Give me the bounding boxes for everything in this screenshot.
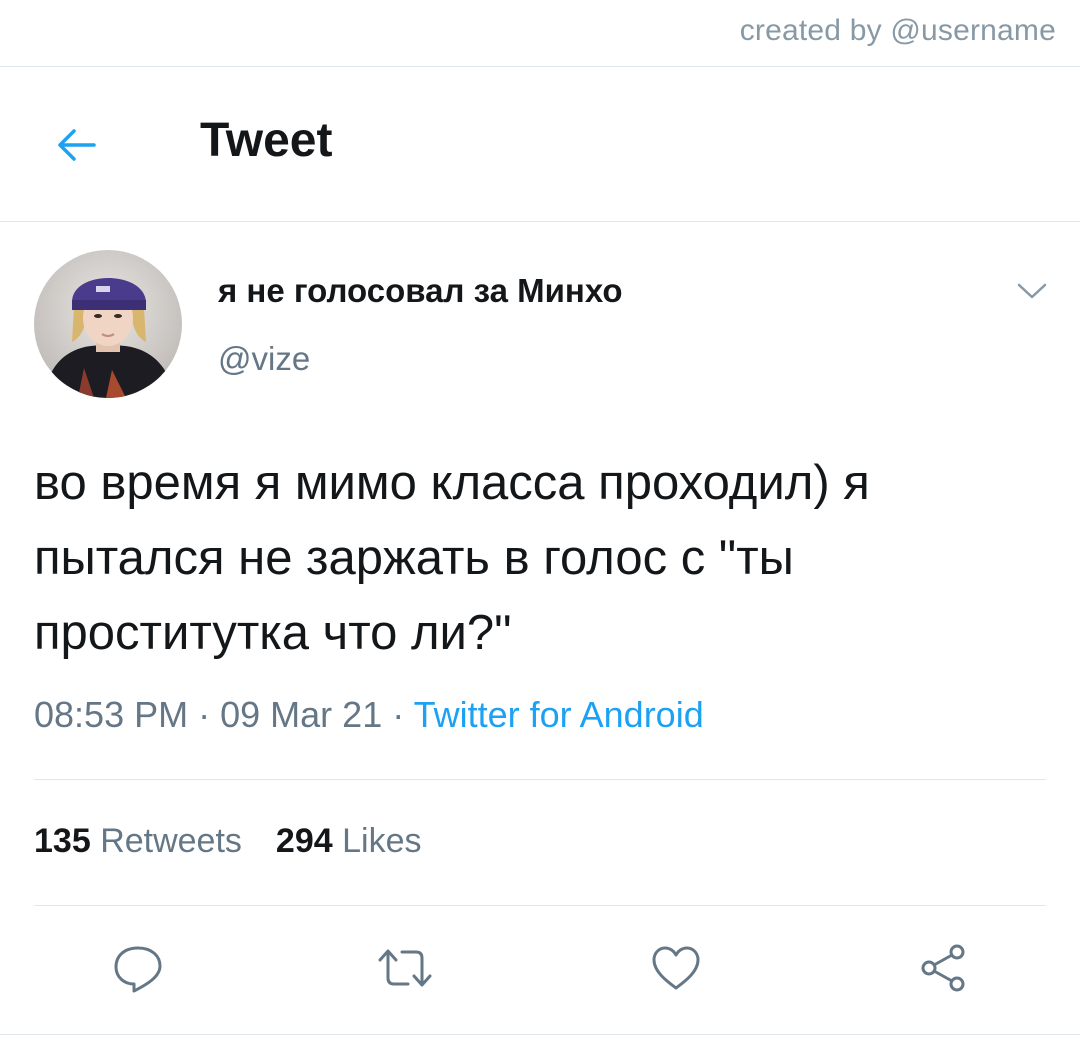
share-nodes-icon <box>915 940 971 1001</box>
tweet-options-button[interactable] <box>1012 278 1052 308</box>
page-title: Tweet <box>200 114 333 167</box>
meta-separator: · <box>198 694 211 735</box>
retweets-count: 135 <box>34 822 91 860</box>
tweet-detail-screen: created by @username Tweet я не голосова… <box>0 0 1080 1054</box>
header: Tweet <box>0 67 1080 221</box>
avatar[interactable] <box>34 250 182 398</box>
author-display-name[interactable]: я не голосовал за Минхо <box>218 272 623 310</box>
retweet-arrows-icon <box>374 940 436 1001</box>
likes-stat[interactable]: 294 Likes <box>276 822 422 860</box>
back-button[interactable] <box>46 117 106 177</box>
bottom-divider <box>0 1034 1080 1035</box>
watermark: created by @username <box>739 14 1056 47</box>
stats-bottom-divider <box>34 905 1046 906</box>
avatar-photo <box>34 250 182 398</box>
tweet-text: во время я мимо класса проходил) я пытал… <box>34 456 870 660</box>
tweet-source-link[interactable]: Twitter for Android <box>414 694 704 735</box>
likes-count: 294 <box>275 822 333 860</box>
retweets-stat[interactable]: 135 Retweets <box>34 822 242 860</box>
retweet-button[interactable] <box>370 935 440 1005</box>
reply-button[interactable] <box>103 935 173 1005</box>
retweets-label: Retweets <box>100 822 242 860</box>
tweet-time: 08:53 PM <box>34 694 189 735</box>
chevron-down-icon <box>1015 280 1049 307</box>
heart-icon <box>648 940 704 1001</box>
header-divider <box>0 221 1080 222</box>
author-handle[interactable]: @vize <box>218 340 310 378</box>
action-bar <box>0 935 1080 1005</box>
tweet-date: 09 Mar 21 <box>220 694 383 735</box>
meta-separator: · <box>392 694 405 735</box>
likes-label: Likes <box>342 822 422 860</box>
like-button[interactable] <box>641 935 711 1005</box>
share-button[interactable] <box>908 935 978 1005</box>
tweet-meta: 08:53 PM · 09 Mar 21 · Twitter for Andro… <box>34 694 704 736</box>
speech-bubble-icon <box>110 940 166 1001</box>
stats-top-divider <box>34 779 1046 780</box>
tweet-stats: 135 Retweets 294 Likes <box>34 822 421 861</box>
arrow-left-icon <box>52 125 100 170</box>
